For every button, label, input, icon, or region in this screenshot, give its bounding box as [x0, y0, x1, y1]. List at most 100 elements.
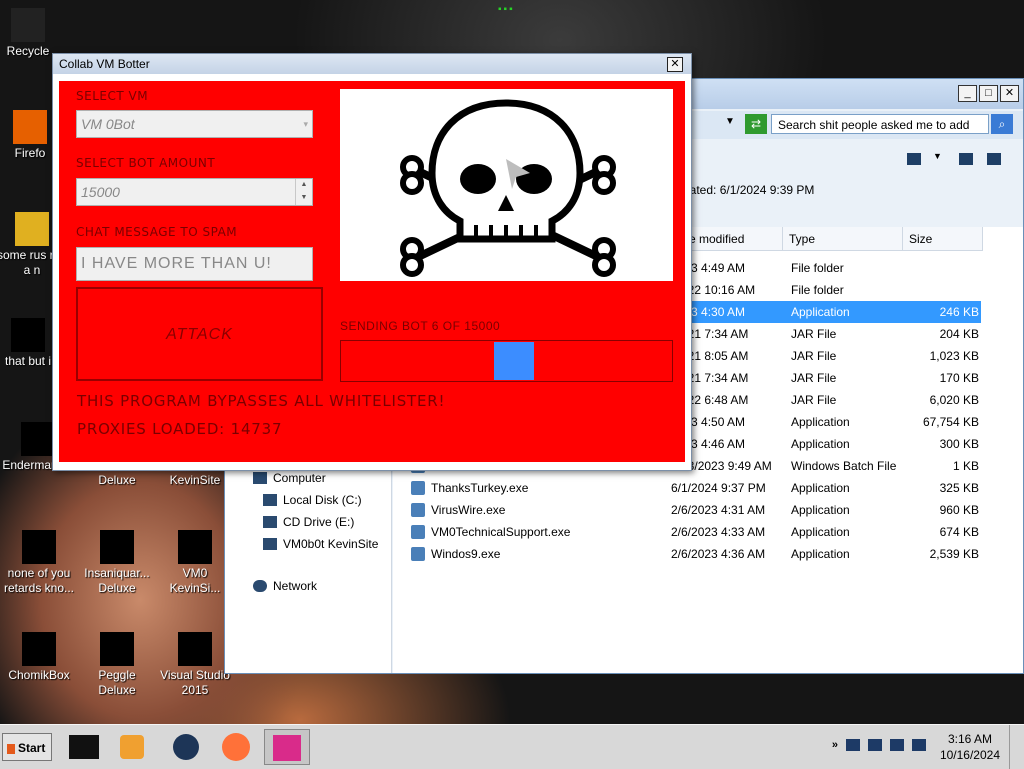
nav-label: VM0b0t KevinSite [283, 537, 379, 551]
show-desktop-button[interactable] [1009, 725, 1024, 769]
clock[interactable]: 3:16 AM 10/16/2024 [940, 731, 1000, 763]
search-input[interactable]: Search shit people asked me to add [771, 114, 989, 134]
botter-close-button[interactable]: ✕ [667, 57, 683, 72]
chomikbox-icon [22, 632, 56, 666]
desktop-icon-label: Insaniquar... Deluxe [84, 566, 150, 595]
desktop-icon-label: Peggle Deluxe [98, 668, 136, 697]
spin-buttons[interactable]: ▲ ▼ [295, 179, 312, 205]
desktop-icon-recycle-bin[interactable]: Recycle [0, 8, 66, 59]
firefox-icon [13, 110, 47, 144]
preview-pane-icon[interactable] [959, 153, 973, 165]
spin-up-icon[interactable]: ▲ [296, 179, 312, 192]
go-icon[interactable]: ⇄ [745, 114, 767, 134]
file-type: Windows Batch File [791, 459, 897, 473]
tray-expand-button[interactable]: » [832, 739, 838, 751]
chat-message-input[interactable]: I HAVE MORE THAN U! [76, 247, 313, 281]
nav-item-vm0b0t-kevinsite[interactable]: VM0b0t KevinSite [263, 537, 378, 551]
file-type: JAR File [791, 327, 837, 341]
attack-button[interactable]: ATTACK [76, 287, 323, 381]
select-vm-label: SELECT VM [76, 89, 149, 103]
help-icon[interactable] [987, 153, 1001, 165]
file-row[interactable]: VM0TechnicalSupport.exe 2/6/2023 4:33 AM A… [393, 521, 981, 543]
search-icon[interactable]: ⌕ [991, 114, 1013, 134]
file-type: File folder [791, 283, 844, 297]
file-type: Application [791, 525, 850, 539]
file-type: JAR File [791, 393, 837, 407]
file-size: 1,023 KB [929, 349, 979, 363]
file-icon [411, 547, 425, 561]
firefox-icon [222, 733, 250, 761]
column-size[interactable]: Size [903, 227, 983, 251]
desktop-icon-visual-studio[interactable]: Visual Studio 2015 [157, 632, 233, 698]
select-vm-combobox[interactable]: VM 0Bot ▾ [76, 110, 313, 138]
computer-icon [253, 472, 267, 484]
file-icon [21, 422, 55, 456]
taskbar-app-botter[interactable] [264, 729, 310, 765]
file-row[interactable]: Windos9.exe 2/6/2023 4:36 AM Application 2,… [393, 543, 981, 565]
bypass-text: THIS PROGRAM BYPASSES ALL WHITELISTER! [77, 392, 446, 410]
nav-label: Local Disk (C:) [283, 493, 362, 507]
taskbar-app-network[interactable] [166, 729, 206, 765]
windows-flag-icon [7, 743, 15, 754]
tray-app-icon[interactable] [846, 739, 860, 751]
desktop-icon-label: Visual Studio 2015 [160, 668, 230, 697]
desktop-icon-none-of-you[interactable]: none of you retards kno... [1, 530, 77, 596]
nav-item-computer[interactable]: Computer [253, 471, 326, 485]
nav-item-network[interactable]: Network [253, 579, 317, 593]
tray-security-icon[interactable] [912, 739, 926, 751]
file-size: 1 KB [952, 459, 979, 473]
taskbar-app-terminal[interactable] [64, 729, 104, 765]
desktop-icon-peggle-deluxe[interactable]: Peggle Deluxe [79, 632, 155, 698]
chevron-down-icon[interactable]: ▼ [725, 116, 735, 127]
close-button[interactable]: ✕ [1000, 85, 1019, 102]
column-type[interactable]: Type [783, 227, 903, 251]
shortcut-icon [178, 530, 212, 564]
recycle-bin-icon [11, 8, 45, 42]
start-button[interactable]: Start [2, 733, 52, 761]
file-name: VirusWire.exe [431, 503, 506, 517]
skull-image [340, 89, 673, 281]
file-icon [411, 503, 425, 517]
desktop-icon-vm0-kevinsite[interactable]: VM0 KevinSi... [157, 530, 233, 596]
file-type: File folder [791, 261, 844, 275]
bot-amount-stepper[interactable]: 15000 ▲ ▼ [76, 178, 313, 206]
maximize-button[interactable]: □ [979, 85, 998, 102]
spin-down-icon[interactable]: ▼ [296, 192, 312, 205]
taskbar: Start » 3:16 AM 10/16/2024 [0, 724, 1024, 769]
file-row[interactable]: ThanksTurkey.exe 6/1/2024 9:37 PM Applicat… [393, 477, 981, 499]
desktop-icon-label: ChomikBox [8, 668, 70, 682]
nav-item-local-disk[interactable]: Local Disk (C:) [263, 493, 362, 507]
file-size: 674 KB [939, 525, 979, 539]
progress-marquee [494, 342, 534, 380]
nav-label: CD Drive (E:) [283, 515, 355, 529]
botter-title: Collab VM Botter [53, 54, 691, 74]
minimize-button[interactable]: _ [958, 85, 977, 102]
window-buttons: _ □ ✕ [958, 85, 1019, 102]
taskbar-app-media-player[interactable] [112, 729, 152, 765]
bot-amount-value: 15000 [81, 184, 120, 200]
view-icon[interactable] [907, 153, 921, 165]
botter-app-icon [273, 735, 301, 761]
taskbar-app-firefox[interactable] [216, 729, 256, 765]
file-size: 67,754 KB [922, 415, 979, 429]
file-date: 2/6/2023 4:33 AM [671, 525, 766, 539]
file-icon [411, 525, 425, 539]
nav-item-cd-drive[interactable]: CD Drive (E:) [263, 515, 354, 529]
volume-icon[interactable] [890, 739, 904, 751]
skull-crossbones-icon [400, 99, 616, 277]
file-type: Application [791, 415, 850, 429]
file-row[interactable]: VirusWire.exe 2/6/2023 4:31 AM Application… [393, 499, 981, 521]
cd-drive-icon [263, 516, 277, 528]
column-date-modified[interactable]: e modified [683, 227, 783, 251]
file-type: Application [791, 547, 850, 561]
desktop-icon-chomikbox[interactable]: ChomikBox [1, 632, 77, 683]
clock-time: 3:16 AM [947, 732, 992, 746]
file-icon [15, 212, 49, 246]
visual-studio-icon [178, 632, 212, 666]
view-dropdown-icon[interactable]: ▼ [933, 151, 942, 163]
network-icon[interactable] [868, 739, 882, 751]
desktop-icon-insaniquarium[interactable]: Insaniquar... Deluxe [79, 530, 155, 596]
drive-icon [263, 538, 277, 550]
desktop-icon-label: none of you retards kno... [3, 566, 75, 595]
clock-date: 10/16/2024 [939, 748, 1000, 762]
